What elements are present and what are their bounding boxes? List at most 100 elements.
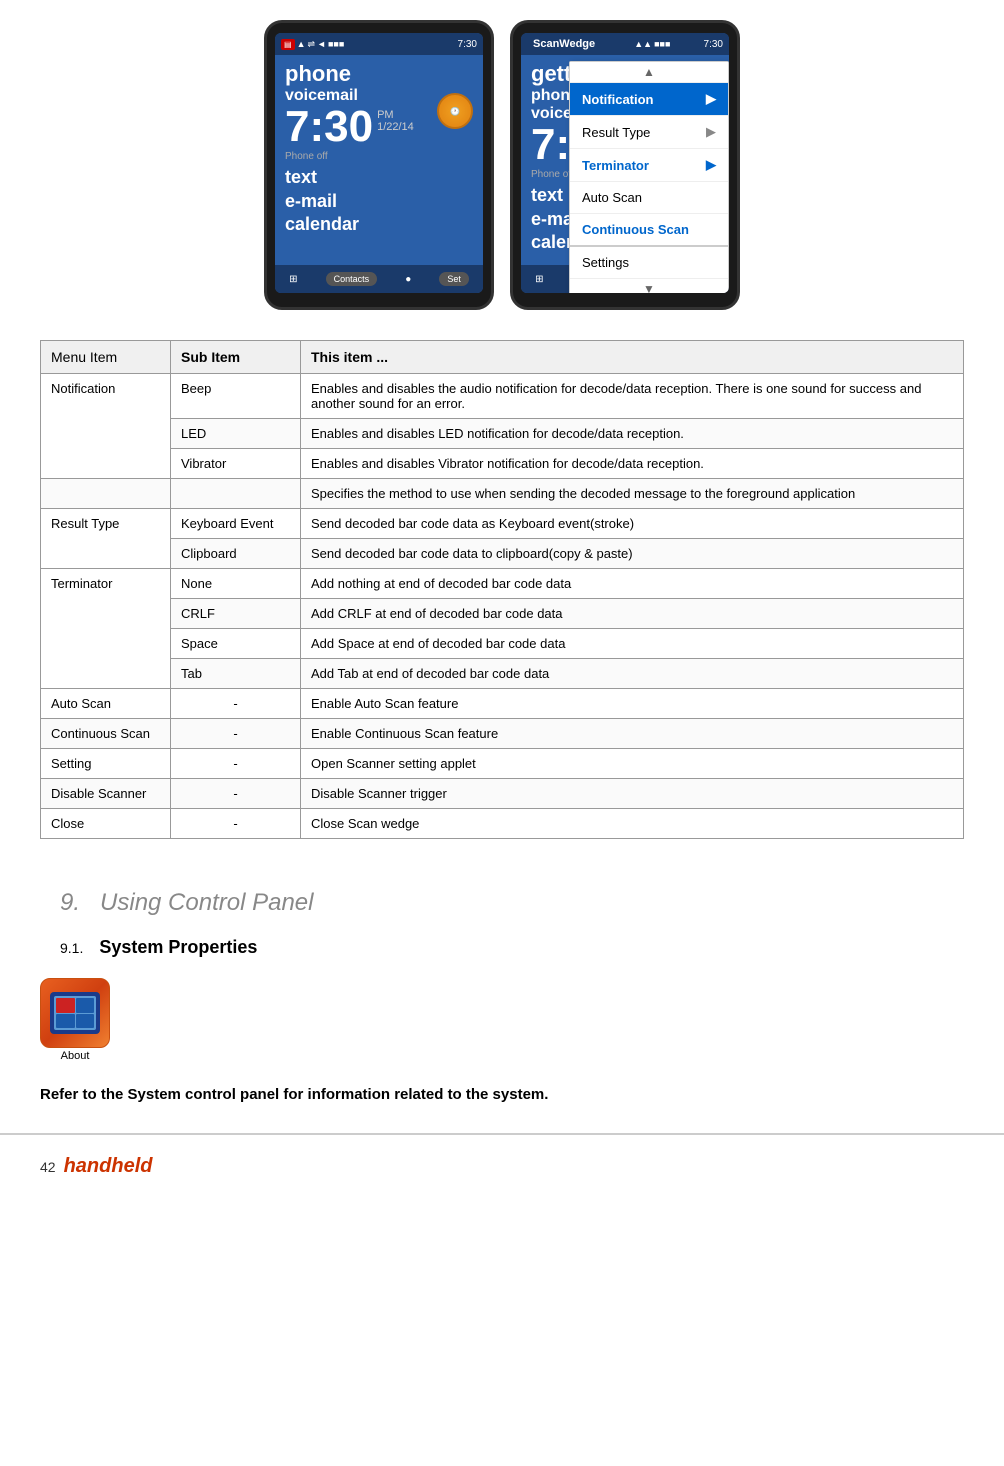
dropdown-item-result-type[interactable]: Result Type ▶ (570, 116, 728, 149)
wifi-icon: ⇌ (307, 39, 315, 50)
table-row: Clipboard Send decoded bar code data to … (41, 539, 964, 569)
about-icon-inner (50, 992, 100, 1034)
table-cell-setting: Setting (41, 749, 171, 779)
footer: 42 handheld (0, 1133, 1004, 1188)
table-cell-crlf-desc: Add CRLF at end of decoded bar code data (301, 599, 964, 629)
table-cell-led: LED (171, 419, 301, 449)
phone-left-screen: ▤ ▲ ⇌ ◄ ■■■ 7:30 phone voicemail 7:30 PM… (275, 33, 483, 293)
subsection-9-1-title: System Properties (99, 937, 257, 958)
signal-icon: ▲ (297, 39, 306, 50)
dropdown-arrow-down: ▼ (570, 279, 728, 293)
section-9-number: 9. (60, 889, 80, 916)
table-cell-keyboard-event-desc: Send decoded bar code data as Keyboard e… (301, 509, 964, 539)
phone-right-screen: ScanWedge ▲▲ ■■■ 7:30 getting phone voic… (521, 33, 729, 293)
table-row: Result Type Keyboard Event Send decoded … (41, 509, 964, 539)
table-row: CRLF Add CRLF at end of decoded bar code… (41, 599, 964, 629)
table-cell-specifies-desc: Specifies the method to use when sending… (301, 479, 964, 509)
table-cell-continuous-scan-desc: Enable Continuous Scan feature (301, 719, 964, 749)
table-cell-led-desc: Enables and disables LED notification fo… (301, 419, 964, 449)
table-cell-close-desc: Close Scan wedge (301, 809, 964, 839)
page-number: 42 (40, 1159, 56, 1175)
table-cell-none-desc: Add nothing at end of decoded bar code d… (301, 569, 964, 599)
contacts-btn-left[interactable]: Contacts (326, 272, 378, 286)
dropdown-arrow-up: ▲ (570, 62, 728, 83)
phone-right: ScanWedge ▲▲ ■■■ 7:30 getting phone voic… (510, 20, 740, 310)
subsection-9-1: 9.1. System Properties (0, 927, 1004, 968)
table-cell-close-sub: - (171, 809, 301, 839)
phone-left-item-1: text (285, 166, 473, 189)
table-row: Notification Beep Enables and disables t… (41, 374, 964, 419)
table-row: Vibrator Enables and disables Vibrator n… (41, 449, 964, 479)
table-cell-continuous-scan: Continuous Scan (41, 719, 171, 749)
back-icon-left: ● (405, 274, 411, 285)
phone-left-time: 7:30 (285, 105, 373, 149)
about-section: About (0, 968, 1004, 1072)
table-section: Menu Item Sub Item This item ... Notific… (0, 340, 1004, 869)
table-row: Terminator None Add nothing at end of de… (41, 569, 964, 599)
table-cell-setting-desc: Open Scanner setting applet (301, 749, 964, 779)
about-icon-pane-4 (76, 1014, 95, 1029)
table-cell-empty-2 (171, 479, 301, 509)
windows-icon-right: ⊞ (535, 274, 543, 285)
dropdown-item-notification[interactable]: Notification ▶ (570, 83, 728, 116)
status-icons-left: ▤ ▲ ⇌ ◄ ■■■ (281, 39, 344, 50)
about-label: About (40, 1050, 110, 1062)
table-cell-disable-scanner-desc: Disable Scanner trigger (301, 779, 964, 809)
barcode-icon: ▤ (281, 39, 295, 50)
table-cell-clipboard: Clipboard (171, 539, 301, 569)
table-cell-beep: Beep (171, 374, 301, 419)
table-row: Tab Add Tab at end of decoded bar code d… (41, 659, 964, 689)
phone-left-item-3: calendar (285, 213, 473, 236)
phone-left-item-2: e-mail (285, 190, 473, 213)
table-cell-tab-desc: Add Tab at end of decoded bar code data (301, 659, 964, 689)
phone-left-title: phone (285, 61, 473, 87)
table-cell-disable-scanner: Disable Scanner (41, 779, 171, 809)
dropdown-item-continuous-scan[interactable]: Continuous Scan (570, 214, 728, 245)
section-9-title: Using Control Panel (100, 889, 313, 916)
status-time-right: 7:30 (704, 39, 723, 50)
phone-left-status-bar: ▤ ▲ ⇌ ◄ ■■■ 7:30 (275, 33, 483, 55)
set-btn-left[interactable]: Set (439, 272, 469, 286)
about-icon-pane-3 (56, 1014, 75, 1029)
table-cell-continuous-scan-sub: - (171, 719, 301, 749)
dropdown-terminator-arrow: ▶ (706, 157, 716, 173)
table-cell-disable-scanner-sub: - (171, 779, 301, 809)
top-images-section: ▤ ▲ ⇌ ◄ ■■■ 7:30 phone voicemail 7:30 PM… (0, 0, 1004, 340)
table-row: Close - Close Scan wedge (41, 809, 964, 839)
status-time-left: 7:30 (458, 39, 477, 50)
phone-left-pm: PM (377, 109, 414, 121)
dropdown-result-type-arrow: ▶ (706, 124, 716, 140)
table-cell-keyboard-event: Keyboard Event (171, 509, 301, 539)
phone-right-status-bar: ScanWedge ▲▲ ■■■ 7:30 (521, 33, 729, 55)
dropdown-menu: ▲ Notification ▶ Result Type ▶ Terminato… (569, 61, 729, 293)
table-cell-terminator: Terminator (41, 569, 171, 689)
table-row: Specifies the method to use when sending… (41, 479, 964, 509)
table-cell-notification: Notification (41, 374, 171, 479)
table-cell-crlf: CRLF (171, 599, 301, 629)
dropdown-notification-label: Notification (582, 92, 654, 107)
table-header-sub: Sub Item (171, 341, 301, 374)
dropdown-item-auto-scan[interactable]: Auto Scan (570, 182, 728, 214)
section-9-heading: 9. Using Control Panel (0, 869, 1004, 927)
scanwedge-label: ScanWedge (527, 35, 601, 53)
about-icon-pane-2 (76, 998, 95, 1013)
dropdown-item-terminator[interactable]: Terminator ▶ (570, 149, 728, 182)
table-row: Setting - Open Scanner setting applet (41, 749, 964, 779)
table-header-menu: Menu Item (41, 341, 171, 374)
dropdown-continuous-scan-label: Continuous Scan (582, 222, 689, 237)
clock-widget-left: 🕐 (437, 93, 473, 129)
dropdown-item-settings[interactable]: Settings (570, 245, 728, 279)
table-cell-vibrator-desc: Enables and disables Vibrator notificati… (301, 449, 964, 479)
phone-left-phoneoff: Phone off (285, 151, 473, 162)
status-icons-right: ▲▲ ■■■ (634, 39, 670, 49)
table-cell-space-desc: Add Space at end of decoded bar code dat… (301, 629, 964, 659)
table-row: LED Enables and disables LED notificatio… (41, 419, 964, 449)
about-icon-container: About (40, 978, 110, 1062)
table-cell-tab: Tab (171, 659, 301, 689)
dropdown-result-type-label: Result Type (582, 125, 650, 140)
battery-icon: ■■■ (328, 39, 344, 50)
table-cell-auto-scan-desc: Enable Auto Scan feature (301, 689, 964, 719)
phone-left-bottom: ⊞ Contacts ● Set (275, 265, 483, 293)
menu-table: Menu Item Sub Item This item ... Notific… (40, 340, 964, 839)
table-cell-beep-desc: Enables and disables the audio notificat… (301, 374, 964, 419)
